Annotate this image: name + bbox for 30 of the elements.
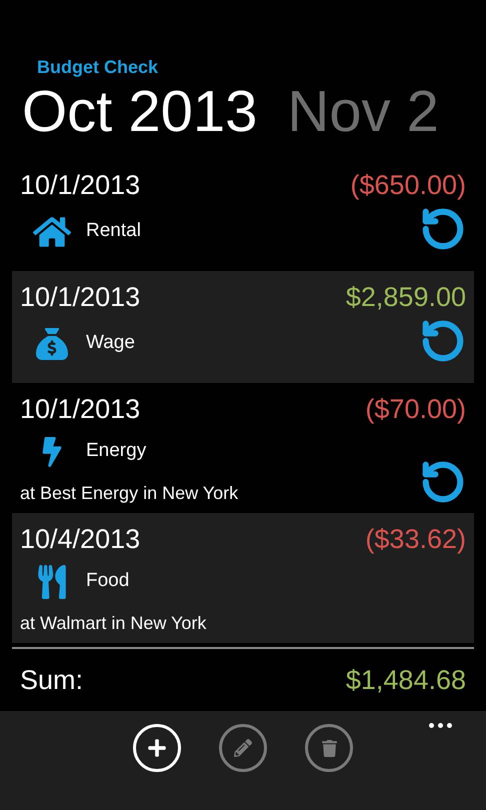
money-bag-icon — [36, 328, 68, 360]
trash-icon — [320, 740, 338, 756]
transaction-amount: ($33.62) — [365, 523, 466, 556]
transaction-date: 10/1/2013 — [20, 281, 140, 314]
more-icon[interactable] — [429, 723, 452, 728]
transaction-date: 10/4/2013 — [20, 523, 140, 556]
location-text: at Best Energy in New York — [20, 482, 238, 505]
category-label: Rental — [86, 219, 141, 244]
pencil-icon — [234, 739, 252, 757]
sum-label: Sum: — [20, 664, 84, 697]
category-label: Wage — [86, 331, 135, 356]
location-text: at Walmart in New York — [20, 612, 206, 634]
transaction-amount: ($70.00) — [365, 393, 466, 426]
transaction-item[interactable]: 10/1/2013 $2,859.00 Wage — [12, 271, 474, 383]
transaction-date: 10/1/2013 — [20, 393, 140, 426]
pivot-header[interactable]: Nov 2 — [287, 83, 439, 141]
fork-knife-icon — [35, 564, 69, 598]
transaction-amount: ($650.00) — [350, 169, 466, 202]
transaction-amount: $2,859.00 — [346, 281, 466, 314]
add-icon — [147, 738, 167, 758]
pivot-header[interactable]: Oct 2013 — [22, 83, 258, 141]
add-button[interactable] — [133, 724, 181, 772]
category-label: Energy — [86, 439, 146, 464]
app-title: Budget Check — [36, 56, 160, 79]
transaction-item[interactable]: 10/1/2013 ($70.00) Energy at Best Energy in New York — [12, 383, 474, 513]
category-label: Food — [86, 569, 130, 594]
sum-amount: $1,484.68 — [346, 664, 466, 697]
transaction-item[interactable]: 10/1/2013 ($650.00) Rental — [12, 159, 474, 271]
transaction-date: 10/1/2013 — [20, 169, 140, 202]
transaction-item[interactable]: 10/4/2013 ($33.62) Food at Walmart in New York — [12, 513, 474, 643]
